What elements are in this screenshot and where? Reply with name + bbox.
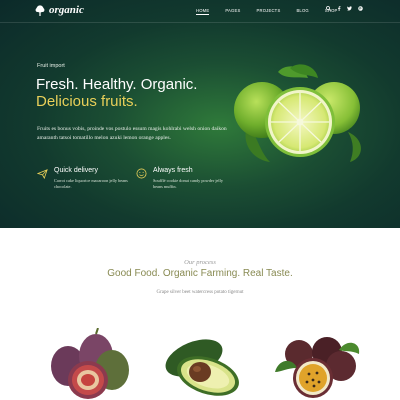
hero-kicker: Fruit import xyxy=(37,63,65,69)
intro-subtitle: Grape silver beet watercress potato tige… xyxy=(156,290,244,295)
logo[interactable]: organic xyxy=(35,4,84,16)
nav-home[interactable]: HOME xyxy=(196,8,210,15)
nav-pages[interactable]: PAGES xyxy=(225,8,240,15)
top-navbar: organic HOME PAGES PROJECTS BLOG SHOP xyxy=(0,0,400,23)
feature-title: Quick delivery xyxy=(54,167,98,174)
pinterest-icon[interactable] xyxy=(358,6,363,11)
feature-desc: Soufflé cookie donut candy powder jelly … xyxy=(153,178,223,189)
search-icon[interactable] xyxy=(326,6,331,11)
feature-desc: Carrot cake liquorice macaroon jelly bea… xyxy=(54,178,128,189)
avocado-image xyxy=(165,339,239,396)
facebook-icon[interactable] xyxy=(337,6,341,11)
figs-image xyxy=(51,328,129,399)
nav-projects[interactable]: PROJECTS xyxy=(257,8,281,15)
intro-title: Good Food. Organic Farming. Real Taste. xyxy=(107,268,293,279)
paper-plane-icon xyxy=(37,169,48,179)
smile-icon xyxy=(136,168,147,179)
hero-headline: Fresh. Healthy. Organic. xyxy=(36,76,198,93)
hero-headline-highlight: Delicious fruits. xyxy=(36,93,138,110)
nav-blog[interactable]: BLOG xyxy=(296,8,308,15)
hero-section: organic HOME PAGES PROJECTS BLOG SHOP Fr… xyxy=(0,0,400,228)
limes-image xyxy=(234,64,361,162)
logo-text: organic xyxy=(49,4,84,16)
tree-icon xyxy=(35,4,45,16)
intro-kicker: Our process xyxy=(184,259,216,266)
passion-fruit-image xyxy=(275,337,360,398)
hero-lead: Fruits es bonus vobis, proinde vos postu… xyxy=(37,126,227,141)
twitter-icon[interactable] xyxy=(347,6,352,11)
feature-title: Always fresh xyxy=(153,167,193,174)
header-icons xyxy=(326,6,363,11)
